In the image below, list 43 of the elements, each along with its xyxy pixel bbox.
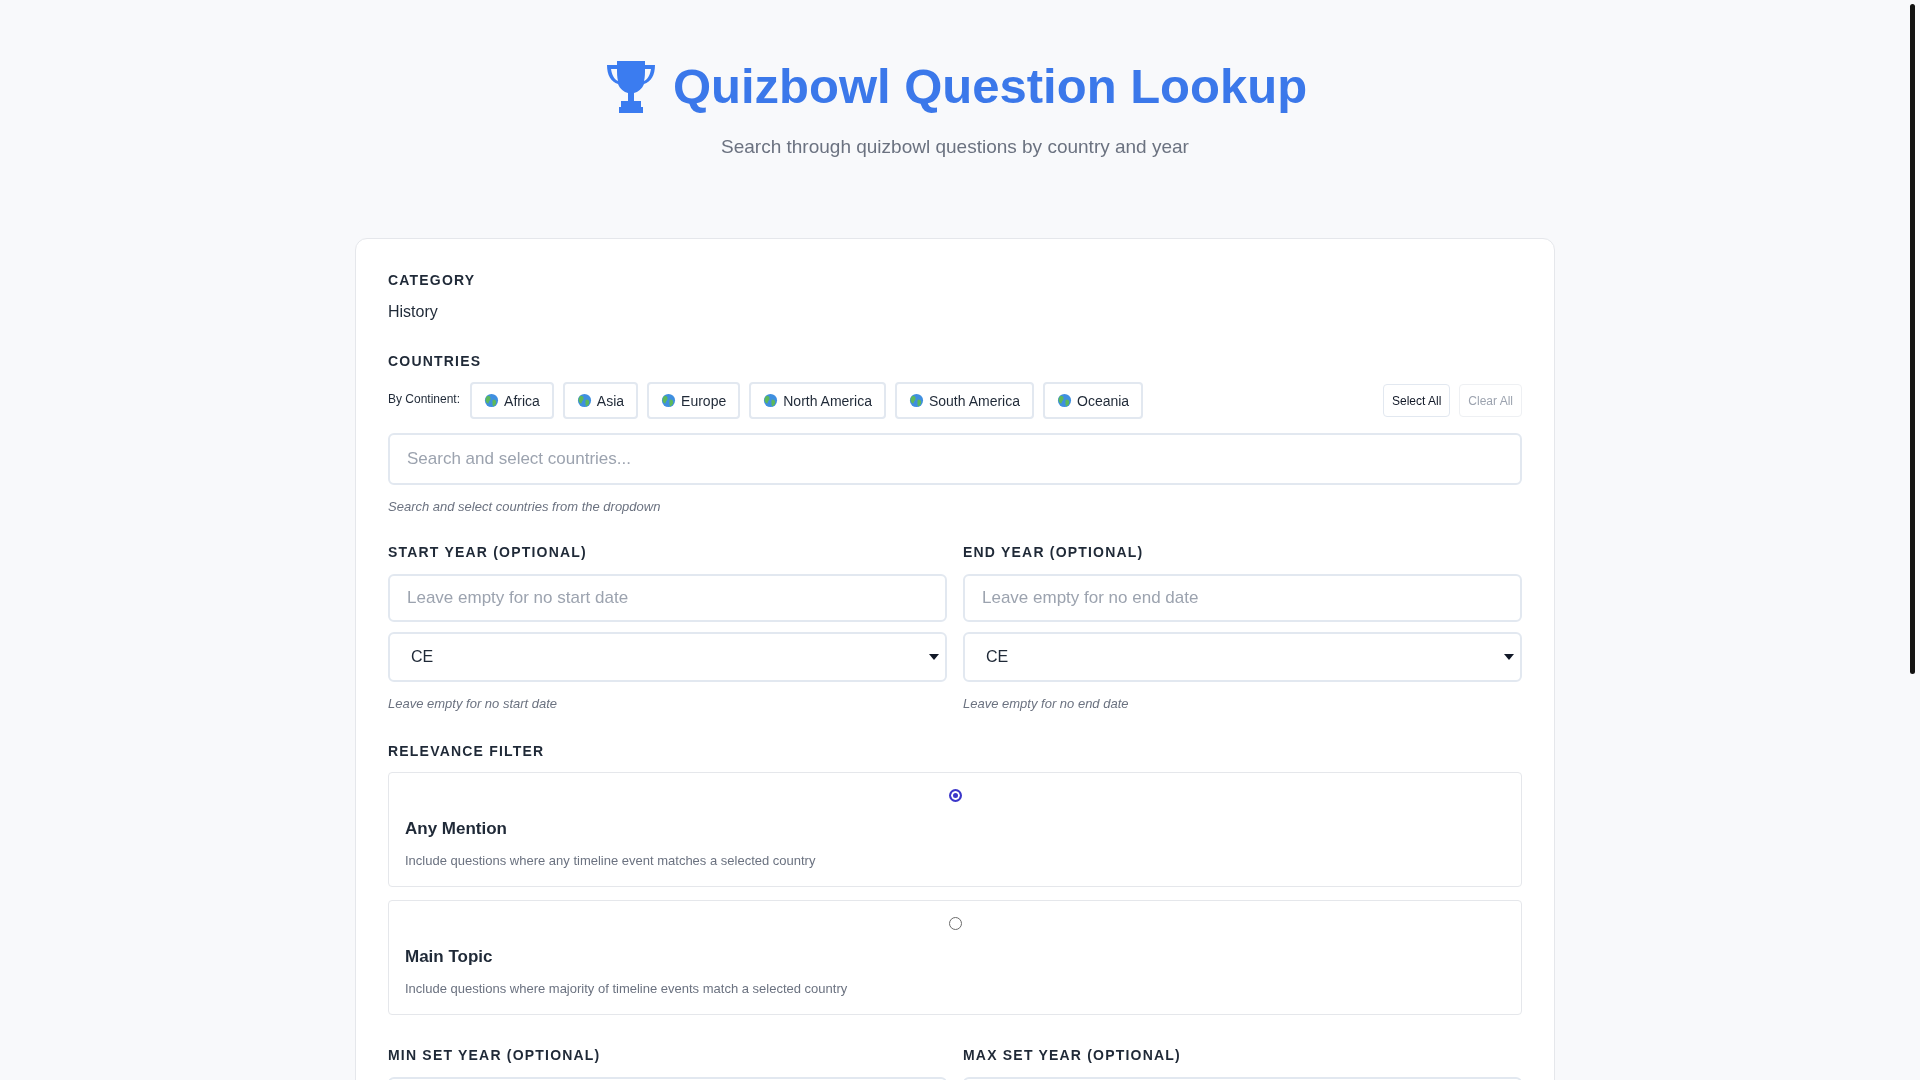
field-label: MAX SET YEAR (OPTIONAL) [963, 1047, 1182, 1063]
option-description: Include questions where majority of timeline events match a selected country [405, 981, 849, 996]
action-button[interactable]: Select All [1382, 384, 1451, 417]
continent-button[interactable]: South America [894, 382, 1034, 419]
era-dropdown[interactable]: CE [388, 632, 947, 682]
field-hint: Leave empty for no end date [963, 696, 1130, 711]
caret-icon [929, 654, 939, 660]
radio-button[interactable] [948, 789, 962, 802]
field-label: START YEAR (OPTIONAL) [388, 544, 588, 560]
field-hint: Search and select countries from the dropdown [388, 499, 662, 514]
field-hint: Leave empty for no start date [388, 696, 559, 711]
relevance-option[interactable]: Main Topic Include questions where majority of timeline events match a selected country [388, 900, 1522, 1015]
field-label: END YEAR (OPTIONAL) [963, 544, 1145, 560]
globe-icon [661, 393, 677, 408]
globe-icon [484, 393, 500, 408]
year-input-field[interactable]: Leave empty for no end date [963, 574, 1522, 622]
page-subtitle: Search through quizbowl questions by country and year [720, 136, 1190, 158]
continent-button[interactable]: Africa [470, 382, 554, 419]
globe-icon [1057, 393, 1072, 408]
relevance-option[interactable]: Any Mention Include questions where any timeline event matches a selected country [388, 772, 1522, 887]
globe-icon [763, 393, 779, 408]
section-label: CATEGORY [388, 272, 477, 288]
field-label: MIN SET YEAR (OPTIONAL) [388, 1047, 602, 1063]
category-value: History [388, 303, 439, 321]
section-label: COUNTRIES [388, 353, 483, 369]
era-dropdown[interactable]: CE [963, 632, 1522, 682]
scrollbar[interactable] [1910, 4, 1915, 674]
globe-icon [576, 393, 592, 408]
option-title: Any Mention [405, 819, 508, 839]
caret-icon [1504, 654, 1514, 660]
continent-button[interactable]: North America [749, 382, 886, 419]
radio-button[interactable] [948, 917, 962, 930]
continent-button[interactable]: Europe [647, 382, 741, 419]
option-title: Main Topic [405, 947, 494, 967]
country-search-field[interactable]: Search and select countries... [388, 433, 1522, 485]
globe-icon [908, 393, 924, 408]
year-input-field[interactable]: Leave empty for no start date [388, 574, 947, 622]
continent-button[interactable]: Oceania [1043, 382, 1144, 419]
page-title: Quizbowl Question Lookup [672, 58, 1308, 115]
option-description: Include questions where any timeline event matches a selected country [405, 853, 817, 868]
continent-button[interactable]: Asia [562, 382, 639, 419]
continent-label: By Continent: [388, 392, 461, 406]
section-label: RELEVANCE FILTER [388, 743, 546, 759]
